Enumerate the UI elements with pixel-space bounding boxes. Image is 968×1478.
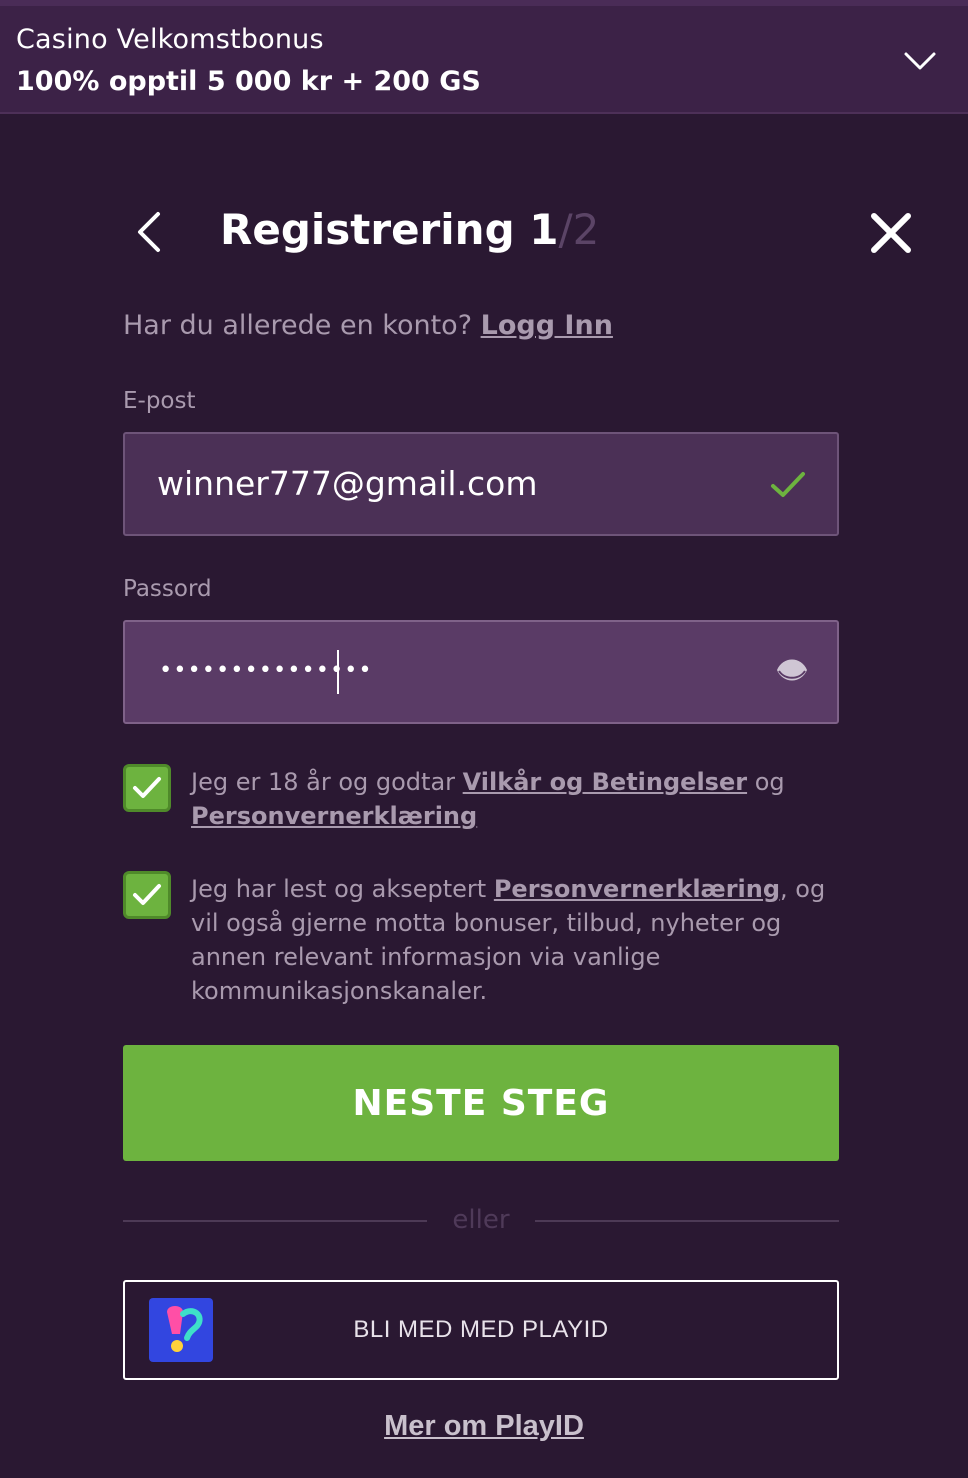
- playid-more-link[interactable]: Mer om PlayID: [0, 1410, 968, 1443]
- bonus-banner[interactable]: Casino Velkomstbonus 100% opptil 5 000 k…: [0, 0, 968, 114]
- password-label: Passord: [123, 576, 212, 602]
- chevron-left-icon[interactable]: [130, 208, 170, 256]
- password-value: •••••••••••••••: [159, 658, 373, 683]
- chevron-down-icon[interactable]: [900, 46, 940, 74]
- terms-link[interactable]: Vilkår og Betingelser: [463, 768, 747, 796]
- login-link[interactable]: Logg Inn: [481, 310, 613, 341]
- consent-text: og: [747, 768, 785, 796]
- privacy-link[interactable]: Personvernerklæring: [191, 802, 477, 830]
- email-field[interactable]: winner777@gmail.com: [123, 432, 839, 536]
- divider-text: eller: [452, 1205, 510, 1235]
- email-value: winner777@gmail.com: [157, 464, 538, 503]
- banner-title: Casino Velkomstbonus: [16, 24, 324, 55]
- divider-line: [535, 1220, 839, 1222]
- page-title: Registrering 1/2: [220, 205, 599, 254]
- checkmark-icon: [771, 472, 805, 497]
- step-total: /2: [558, 205, 600, 254]
- step-current: 1: [529, 205, 559, 254]
- consent-text: Jeg er 18 år og godtar: [191, 768, 463, 796]
- checkmark-icon: [133, 777, 161, 798]
- consent-text: Jeg har lest og akseptert: [191, 875, 494, 903]
- next-step-button[interactable]: NESTE STEG: [123, 1045, 839, 1161]
- email-label: E-post: [123, 388, 196, 414]
- age-terms-checkbox[interactable]: [123, 764, 171, 812]
- marketing-checkbox[interactable]: [123, 871, 171, 919]
- text-caret: [337, 650, 339, 694]
- login-prompt-text: Har du allerede en konto?: [123, 310, 473, 341]
- eye-icon[interactable]: [775, 656, 809, 686]
- login-prompt: Har du allerede en konto? Logg Inn: [123, 310, 613, 341]
- checkmark-icon: [133, 884, 161, 905]
- banner-subtitle: 100% opptil 5 000 kr + 200 GS: [16, 66, 481, 97]
- playid-button[interactable]: BLI MED MED PLAYID: [123, 1280, 839, 1380]
- marketing-consent-text: Jeg har lest og akseptert Personvernerkl…: [191, 872, 831, 1008]
- privacy-link[interactable]: Personvernerklæring: [494, 875, 780, 903]
- divider-line: [123, 1220, 427, 1222]
- age-terms-text: Jeg er 18 år og godtar Vilkår og Betinge…: [191, 765, 831, 833]
- password-field[interactable]: •••••••••••••••: [123, 620, 839, 724]
- page-title-text: Registrering: [220, 205, 515, 254]
- playid-button-label: BLI MED MED PLAYID: [353, 1316, 609, 1343]
- close-icon[interactable]: [868, 210, 914, 256]
